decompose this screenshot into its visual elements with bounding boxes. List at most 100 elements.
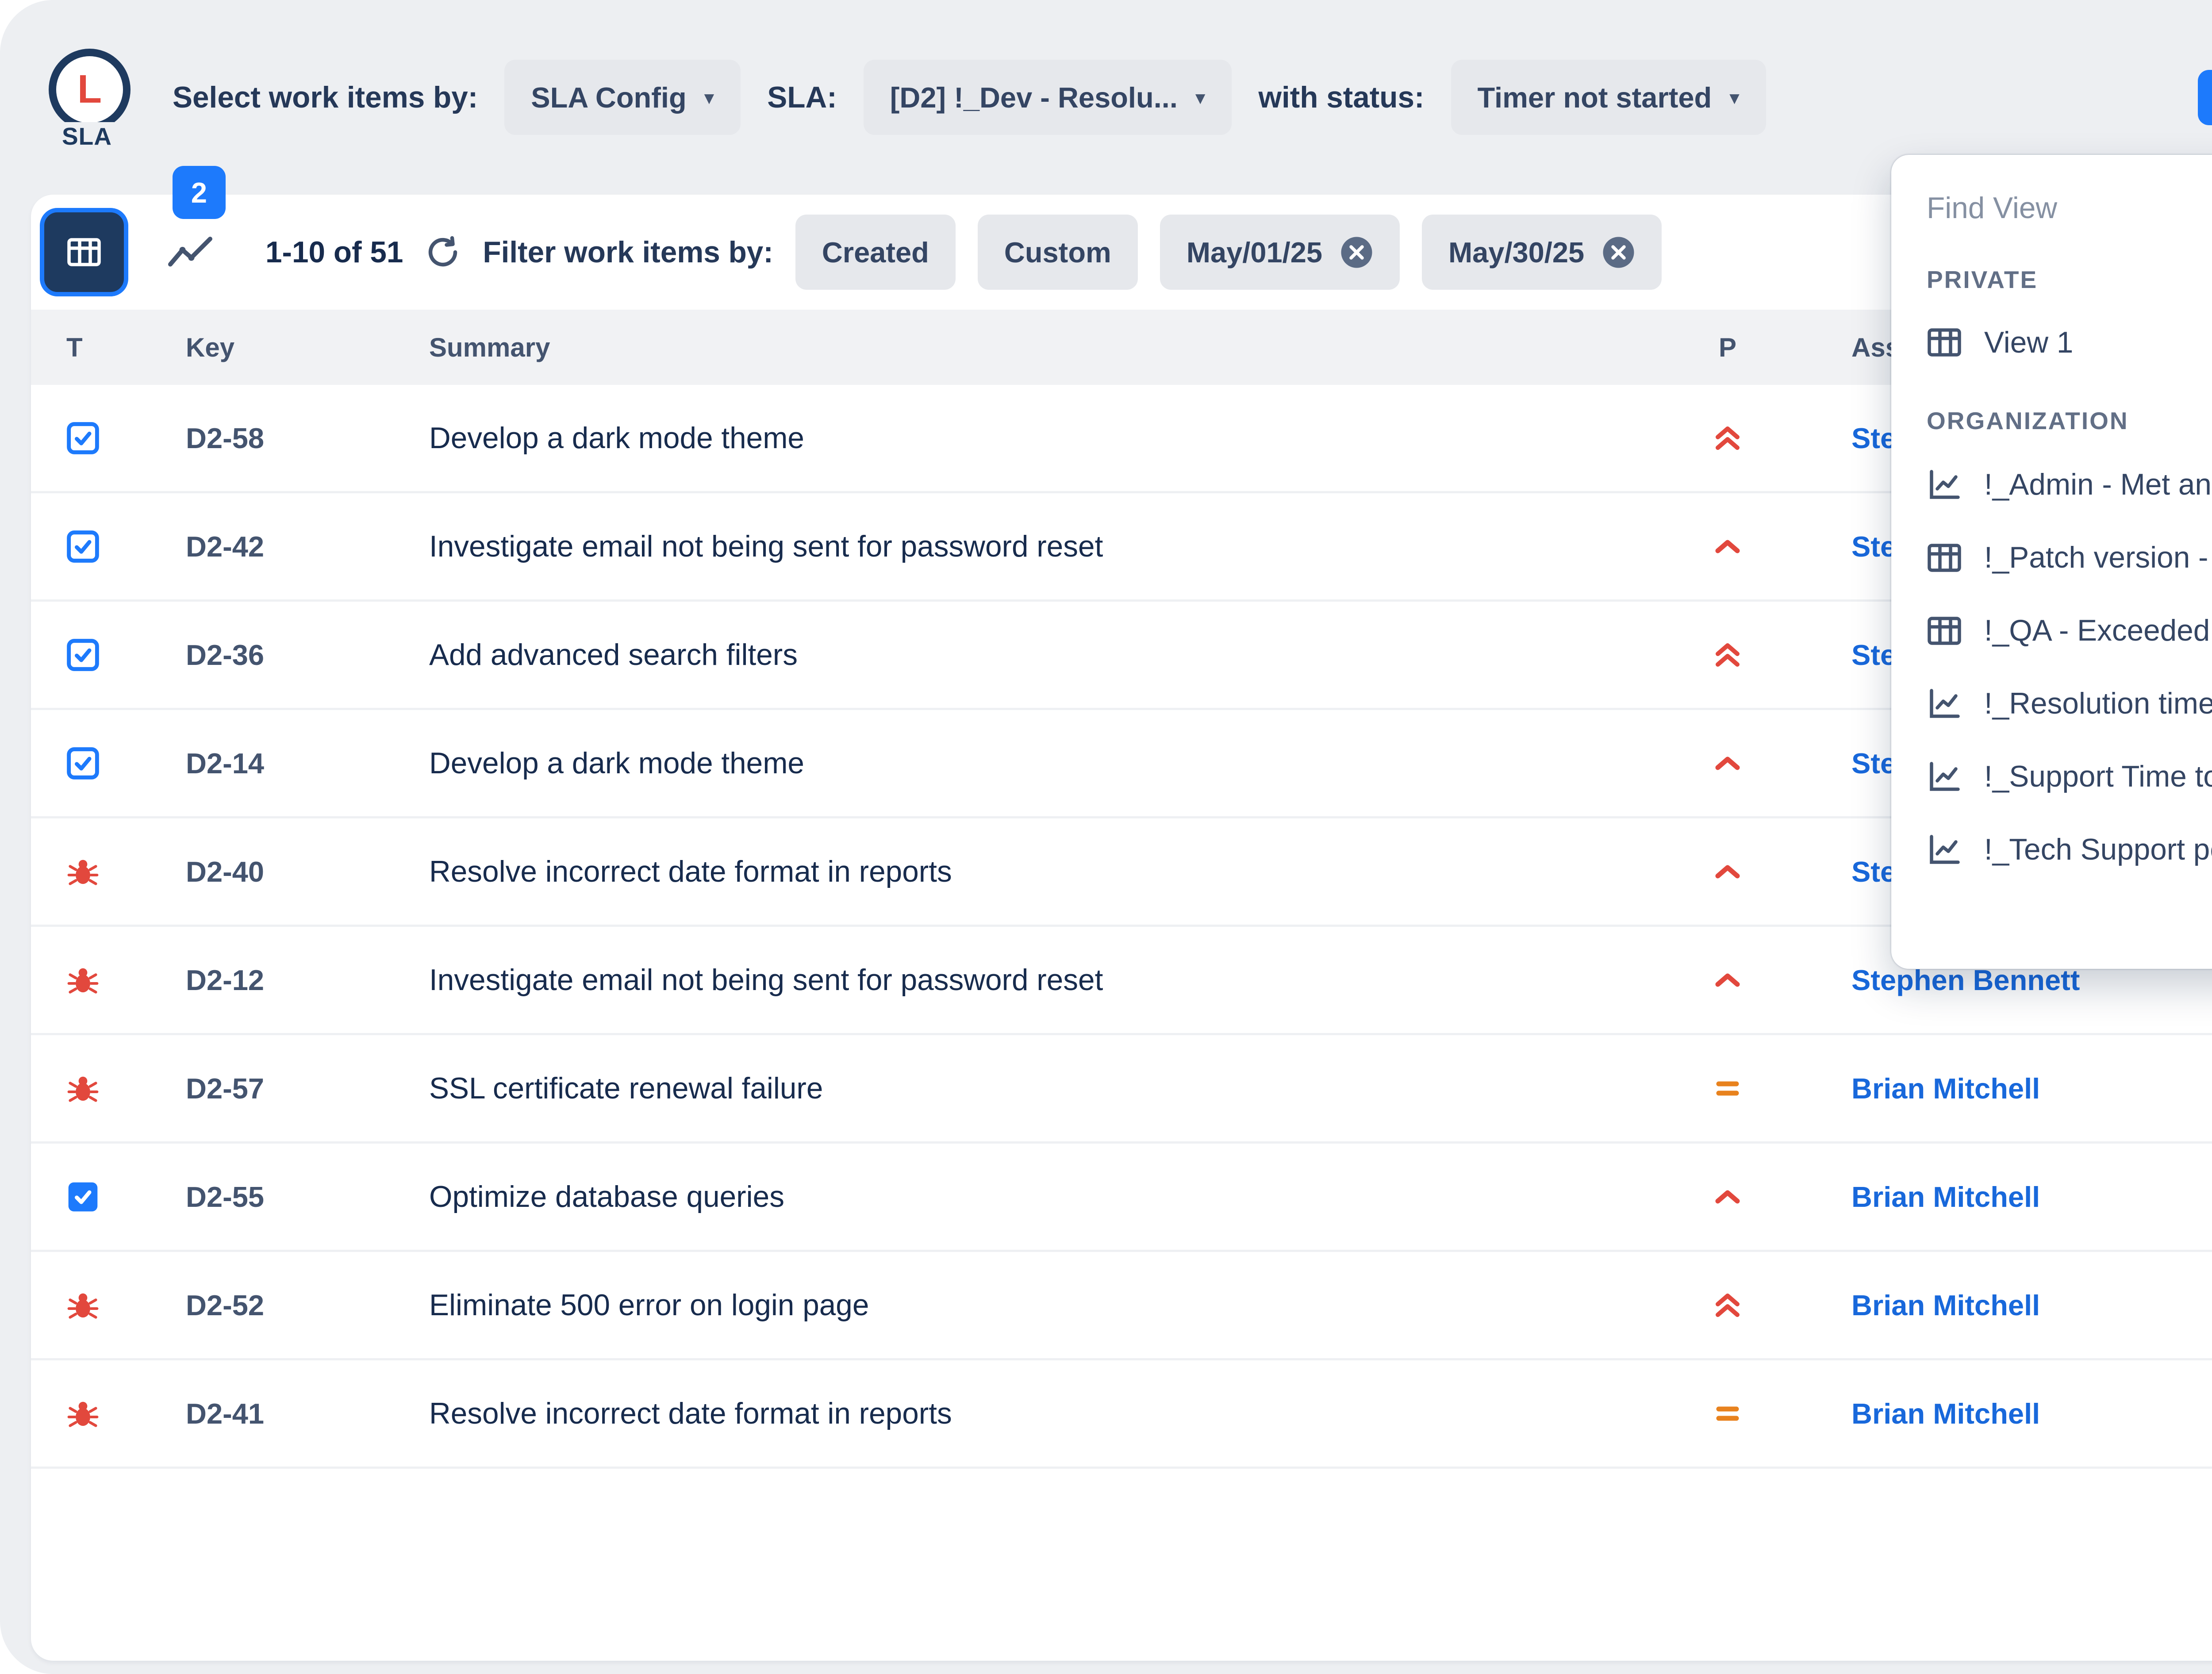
- col-priority[interactable]: P: [1639, 310, 1816, 385]
- organization-section-label: ORGANIZATION: [1927, 407, 2212, 435]
- org-view-item[interactable]: !_Resolution time by Developers: [1927, 667, 2212, 740]
- issue-key[interactable]: D2-42: [186, 530, 264, 563]
- chart-icon: [1927, 467, 1962, 503]
- org-view-item[interactable]: !_Support Time to First response: [1927, 740, 2212, 813]
- issue-key[interactable]: D2-58: [186, 422, 264, 455]
- issue-summary[interactable]: Investigate email not being sent for pas…: [429, 963, 1103, 997]
- priority-high-icon: [1712, 1181, 1743, 1212]
- table-row[interactable]: D2-41 Resolve incorrect date format in r…: [31, 1360, 2212, 1469]
- view-name: View 1: [1984, 326, 2073, 360]
- issue-summary[interactable]: Develop a dark mode theme: [429, 746, 804, 780]
- view-name: !_QA - Exceeded issues for Testing: [1984, 614, 2212, 648]
- issue-summary[interactable]: Optimize database queries: [429, 1180, 784, 1214]
- issue-summary[interactable]: Resolve incorrect date format in reports: [429, 855, 952, 889]
- issue-key[interactable]: D2-55: [186, 1180, 264, 1213]
- chart-icon: [1927, 832, 1962, 868]
- assignee-link[interactable]: Brian Mitchell: [1851, 1072, 2040, 1105]
- assignee-link[interactable]: Brian Mitchell: [1851, 1289, 2040, 1322]
- view-name: !_Patch version - current sprint: [1984, 541, 2212, 575]
- priority-highest-icon: [1712, 639, 1743, 670]
- issue-summary[interactable]: Develop a dark mode theme: [429, 421, 804, 455]
- issue-key[interactable]: D2-57: [186, 1072, 264, 1105]
- table-row[interactable]: D2-14 Develop a dark mode theme Stephen …: [31, 710, 2212, 818]
- filter-chip-custom[interactable]: Custom: [978, 215, 1138, 290]
- close-icon[interactable]: [1602, 236, 1635, 269]
- org-view-item[interactable]: !_Patch version - current sprint: [1927, 521, 2212, 594]
- chip-label: May/30/25: [1448, 236, 1584, 269]
- private-section-label: PRIVATE: [1927, 265, 2212, 294]
- table-row[interactable]: D2-12 Investigate email not being sent f…: [31, 927, 2212, 1035]
- table-row[interactable]: D2-57 SSL certificate renewal failure Br…: [31, 1035, 2212, 1144]
- issue-key[interactable]: D2-36: [186, 638, 264, 672]
- priority-high-icon: [1712, 748, 1743, 779]
- work-items-dropdown[interactable]: SLA Config▾: [504, 60, 741, 135]
- view-name: !_Resolution time by Developers: [1984, 687, 2212, 721]
- callout-step-3: 3: [2198, 70, 2212, 125]
- table-row[interactable]: D2-40 Resolve incorrect date format in r…: [31, 818, 2212, 927]
- org-view-item[interactable]: !_QA - Exceeded issues for Testing: [1927, 594, 2212, 667]
- col-type[interactable]: T: [62, 310, 186, 385]
- table-row[interactable]: D2-42 Investigate email not being sent f…: [31, 493, 2212, 602]
- select-work-items-label: Select work items by:: [173, 81, 478, 115]
- date-to-chip[interactable]: May/30/25: [1422, 215, 1662, 290]
- issue-summary[interactable]: Add advanced search filters: [429, 638, 798, 672]
- table-row[interactable]: D2-36 Add advanced search filters Stephe…: [31, 602, 2212, 710]
- callout-step-2: 2: [173, 166, 226, 219]
- col-summary[interactable]: Summary: [429, 310, 1639, 385]
- close-icon[interactable]: [1340, 236, 1373, 269]
- refresh-button[interactable]: [425, 234, 461, 270]
- priority-medium-icon: [1712, 1398, 1743, 1429]
- date-from-chip[interactable]: May/01/25: [1160, 215, 1400, 290]
- app-logo: L SLA: [44, 46, 146, 148]
- bug-icon: [66, 1397, 100, 1430]
- chevron-down-icon: ▾: [1195, 88, 1206, 108]
- issue-key[interactable]: D2-40: [186, 855, 264, 888]
- task-icon: [66, 422, 100, 455]
- view-name: !_Support Time to First response: [1984, 760, 2212, 794]
- table-header: T Key Summary P Assignee !_Dev - Resolut…: [31, 310, 2212, 385]
- priority-high-icon: [1712, 856, 1743, 887]
- grid-view-button[interactable]: [40, 208, 128, 296]
- grid-view-icon: [66, 234, 102, 270]
- with-status-label: with status:: [1258, 81, 1424, 115]
- table-row[interactable]: D2-55 Optimize database queries Brian Mi…: [31, 1144, 2212, 1252]
- filter-chip-created[interactable]: Created: [795, 215, 956, 290]
- grid-icon: [1927, 613, 1962, 649]
- issue-summary[interactable]: Investigate email not being sent for pas…: [429, 530, 1103, 564]
- issue-summary[interactable]: SSL certificate renewal failure: [429, 1071, 823, 1106]
- grid-icon: [1927, 325, 1962, 360]
- table-body: D2-58 Develop a dark mode theme Stephen …: [31, 385, 2212, 1469]
- issue-key[interactable]: D2-12: [186, 964, 264, 997]
- chart-icon: [1927, 686, 1962, 722]
- status-dropdown[interactable]: Timer not started▾: [1451, 60, 1766, 135]
- sla-dropdown[interactable]: [D2] !_Dev - Resolu...▾: [864, 60, 1232, 135]
- bug-icon: [66, 1289, 100, 1322]
- content-card: 2 1-10 of 51 Filter work items by: Creat…: [31, 195, 2212, 1661]
- issue-key[interactable]: D2-14: [186, 747, 264, 780]
- chip-label: Created: [822, 236, 929, 269]
- task-icon: [66, 747, 100, 780]
- work-items-value: SLA Config: [531, 81, 686, 114]
- col-key[interactable]: Key: [186, 310, 429, 385]
- priority-high-icon: [1712, 531, 1743, 562]
- issue-key[interactable]: D2-52: [186, 1289, 264, 1322]
- view-item-private[interactable]: View 1 4: [1927, 309, 2212, 376]
- org-view-item[interactable]: !_Admin - Met and Exceeded for Month: [1927, 448, 2212, 521]
- issue-summary[interactable]: Eliminate 500 error on login page: [429, 1288, 869, 1322]
- table-row[interactable]: D2-58 Develop a dark mode theme Stephen …: [31, 385, 2212, 493]
- task-icon: [66, 1180, 100, 1213]
- select-view-popup: PRIVATE View 1 4 ORGANIZATION !_Admin - …: [1891, 155, 2212, 969]
- assignee-link[interactable]: Brian Mitchell: [1851, 1397, 2040, 1430]
- issue-summary[interactable]: Resolve incorrect date format in reports: [429, 1397, 952, 1431]
- find-view-input[interactable]: [1927, 191, 2212, 225]
- result-count: 1-10 of 51: [265, 235, 403, 269]
- org-view-item[interactable]: !_Tech Support per Complexity: [1927, 813, 2212, 886]
- status-value: Timer not started: [1478, 81, 1712, 114]
- logo-ring-icon: L: [49, 49, 131, 131]
- assignee-link[interactable]: Brian Mitchell: [1851, 1180, 2040, 1213]
- chip-label: Custom: [1004, 236, 1111, 269]
- chart-view-button[interactable]: [150, 212, 230, 292]
- table-row[interactable]: D2-52 Eliminate 500 error on login page …: [31, 1252, 2212, 1360]
- issue-key[interactable]: D2-41: [186, 1397, 264, 1430]
- chart-icon: [1927, 759, 1962, 795]
